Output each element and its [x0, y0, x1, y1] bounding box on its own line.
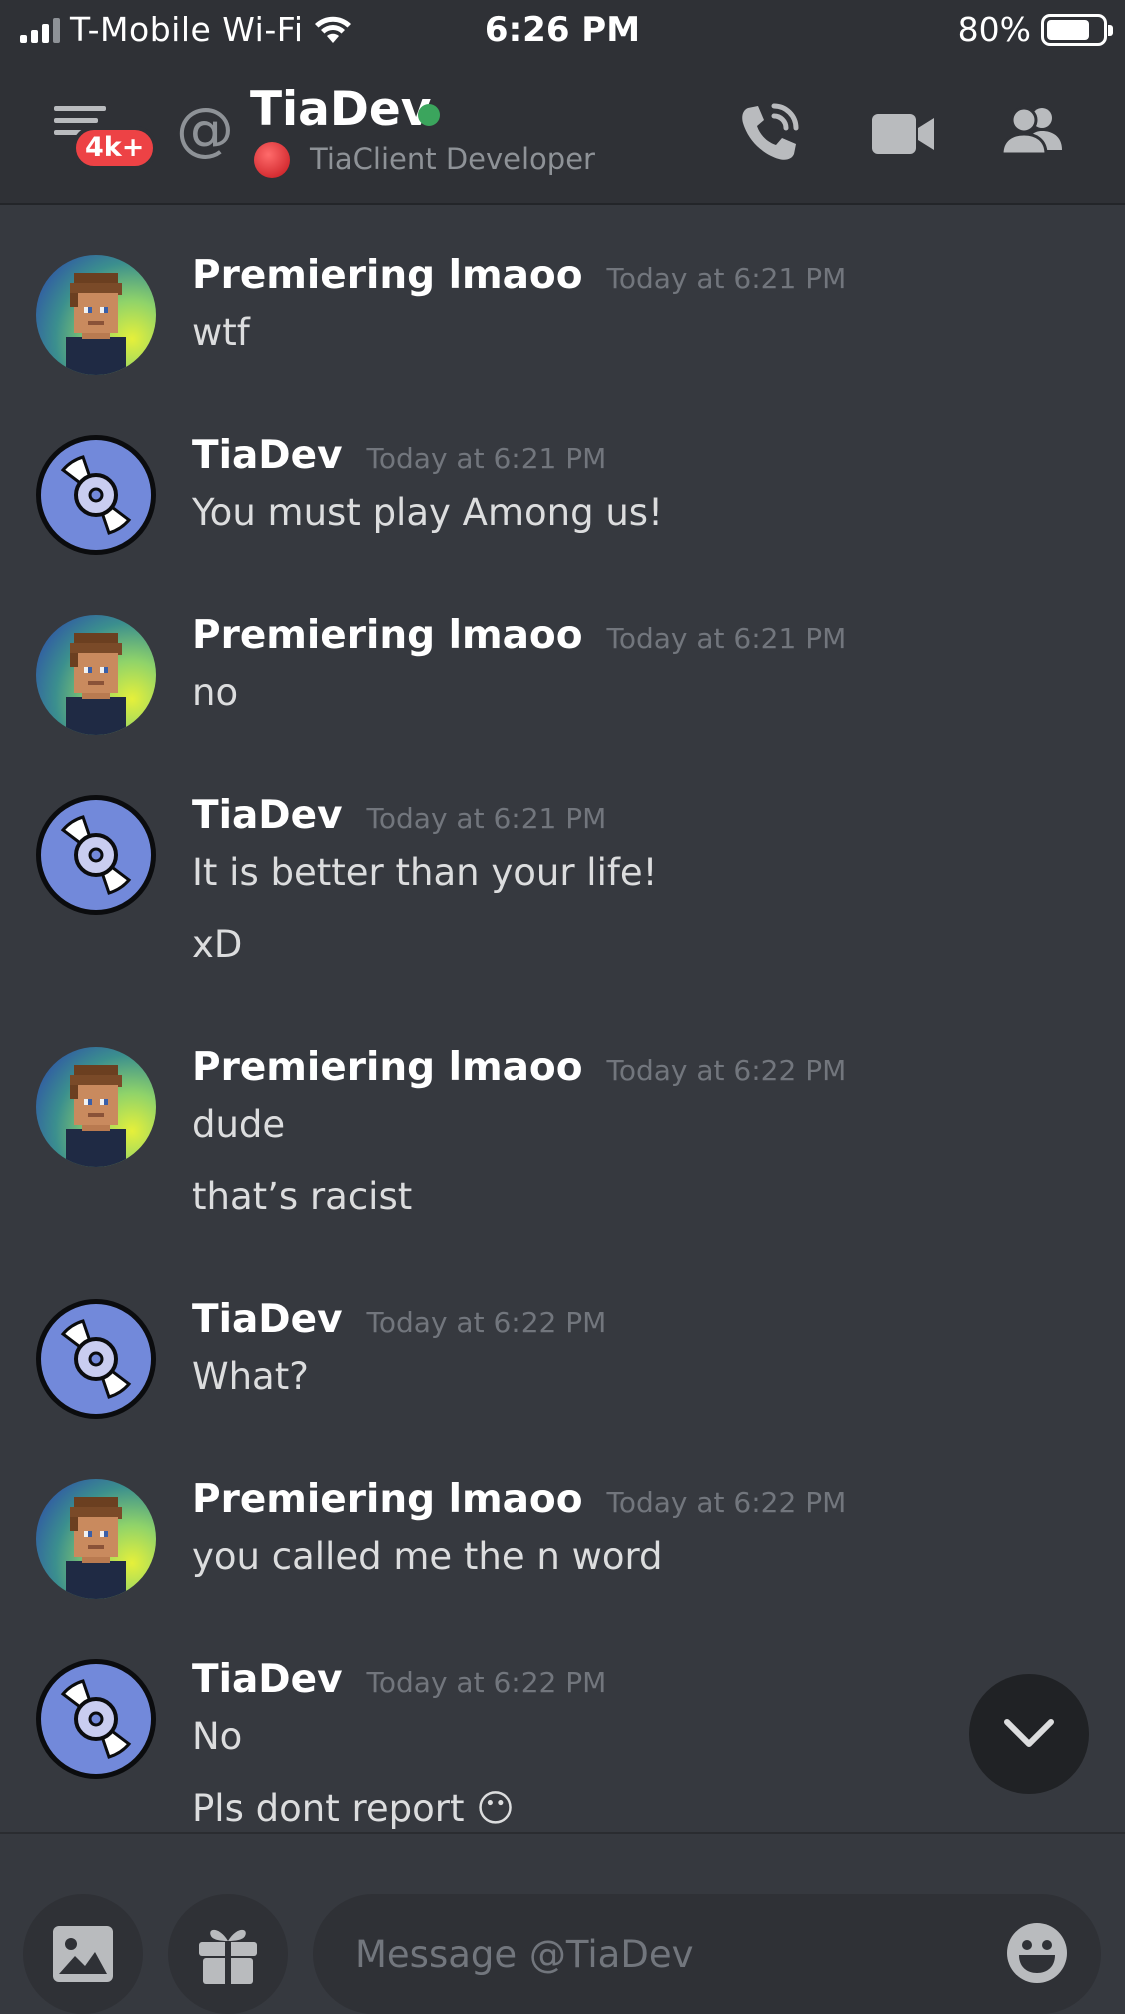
message-timestamp: Today at 6:22 PM — [366, 1666, 607, 1699]
avatar[interactable] — [36, 1299, 156, 1419]
custom-status: TiaClient Developer — [310, 142, 595, 176]
red-circle-emoji-icon — [254, 142, 290, 178]
voice-call-icon[interactable] — [734, 98, 804, 168]
pixel-avatar-icon — [66, 273, 126, 375]
avatar[interactable] — [36, 615, 156, 735]
message-text: dude — [192, 1103, 286, 1146]
message-header: Premiering lmaoo Today at 6:22 PM — [192, 1477, 846, 1522]
status-right: 80% — [957, 10, 1113, 49]
video-call-icon[interactable] — [868, 98, 938, 168]
message-text: Pls dont report 😶 — [192, 1787, 515, 1830]
avatar[interactable] — [36, 1047, 156, 1167]
message-composer — [0, 1832, 1125, 2014]
emoji-picker-icon[interactable] — [1005, 1921, 1069, 1985]
menu-button[interactable]: 4k+ — [50, 106, 158, 170]
message-text: No — [192, 1715, 243, 1758]
author-name[interactable]: TiaDev — [192, 1297, 343, 1342]
attach-image-button[interactable] — [23, 1894, 143, 2014]
author-name[interactable]: Premiering lmaoo — [192, 1477, 583, 1522]
message-text: xD — [192, 923, 243, 966]
message-timestamp: Today at 6:21 PM — [366, 442, 607, 475]
avatar[interactable] — [36, 255, 156, 375]
author-name[interactable]: TiaDev — [192, 793, 343, 838]
gift-icon — [199, 1929, 257, 1984]
message-text: that’s racist — [192, 1175, 413, 1218]
members-icon[interactable] — [998, 98, 1068, 168]
disc-avatar-icon — [60, 1679, 132, 1759]
author-name[interactable]: TiaDev — [192, 433, 343, 478]
dm-title[interactable]: TiaDev — [250, 82, 431, 137]
message-header: TiaDev Today at 6:21 PM — [192, 793, 606, 838]
message-list[interactable]: Premiering lmaoo Today at 6:21 PM wtf TiaD… — [0, 207, 1125, 1832]
jump-to-present-button[interactable] — [969, 1674, 1089, 1794]
message-header: Premiering lmaoo Today at 6:21 PM — [192, 253, 846, 298]
message-header: TiaDev Today at 6:22 PM — [192, 1297, 606, 1342]
avatar[interactable] — [36, 1479, 156, 1599]
message-text: It is better than your life! — [192, 851, 658, 894]
author-name[interactable]: TiaDev — [192, 1657, 343, 1702]
clock: 6:26 PM — [484, 10, 641, 50]
message-header: TiaDev Today at 6:21 PM — [192, 433, 606, 478]
message-timestamp: Today at 6:22 PM — [606, 1486, 847, 1519]
battery-percent: 80% — [957, 10, 1031, 49]
message-timestamp: Today at 6:22 PM — [366, 1306, 607, 1339]
image-icon — [53, 1926, 113, 1982]
message-text: you called me the n word — [192, 1535, 663, 1578]
author-name[interactable]: Premiering lmaoo — [192, 613, 583, 658]
pixel-avatar-icon — [66, 1065, 126, 1167]
message-input[interactable] — [313, 1894, 1101, 2014]
message-header: Premiering lmaoo Today at 6:21 PM — [192, 613, 846, 658]
chevron-down-icon — [1004, 1719, 1054, 1747]
author-name[interactable]: Premiering lmaoo — [192, 253, 583, 298]
avatar[interactable] — [36, 435, 156, 555]
message-header: TiaDev Today at 6:22 PM — [192, 1657, 606, 1702]
disc-avatar-icon — [60, 455, 132, 535]
status-bar: T-Mobile Wi-Fi 6:26 PM 80% — [0, 0, 1125, 62]
message-timestamp: Today at 6:22 PM — [606, 1054, 847, 1087]
gift-button[interactable] — [168, 1894, 288, 2014]
message-header: Premiering lmaoo Today at 6:22 PM — [192, 1045, 846, 1090]
at-icon: @ — [176, 95, 234, 163]
unread-badge: 4k+ — [72, 126, 158, 170]
battery-icon — [1041, 13, 1113, 46]
avatar[interactable] — [36, 795, 156, 915]
message-text: no — [192, 671, 239, 714]
author-name[interactable]: Premiering lmaoo — [192, 1045, 583, 1090]
avatar[interactable] — [36, 1659, 156, 1779]
message-timestamp: Today at 6:21 PM — [606, 622, 847, 655]
disc-avatar-icon — [60, 815, 132, 895]
message-text: wtf — [192, 311, 250, 354]
message-text: What? — [192, 1355, 309, 1398]
message-text: You must play Among us! — [192, 491, 663, 534]
disc-avatar-icon — [60, 1319, 132, 1399]
pixel-avatar-icon — [66, 633, 126, 735]
pixel-avatar-icon — [66, 1497, 126, 1599]
online-status-icon — [418, 104, 440, 126]
message-timestamp: Today at 6:21 PM — [606, 262, 847, 295]
channel-header: 4k+ @ TiaDev TiaClient Developer — [0, 62, 1125, 205]
message-timestamp: Today at 6:21 PM — [366, 802, 607, 835]
